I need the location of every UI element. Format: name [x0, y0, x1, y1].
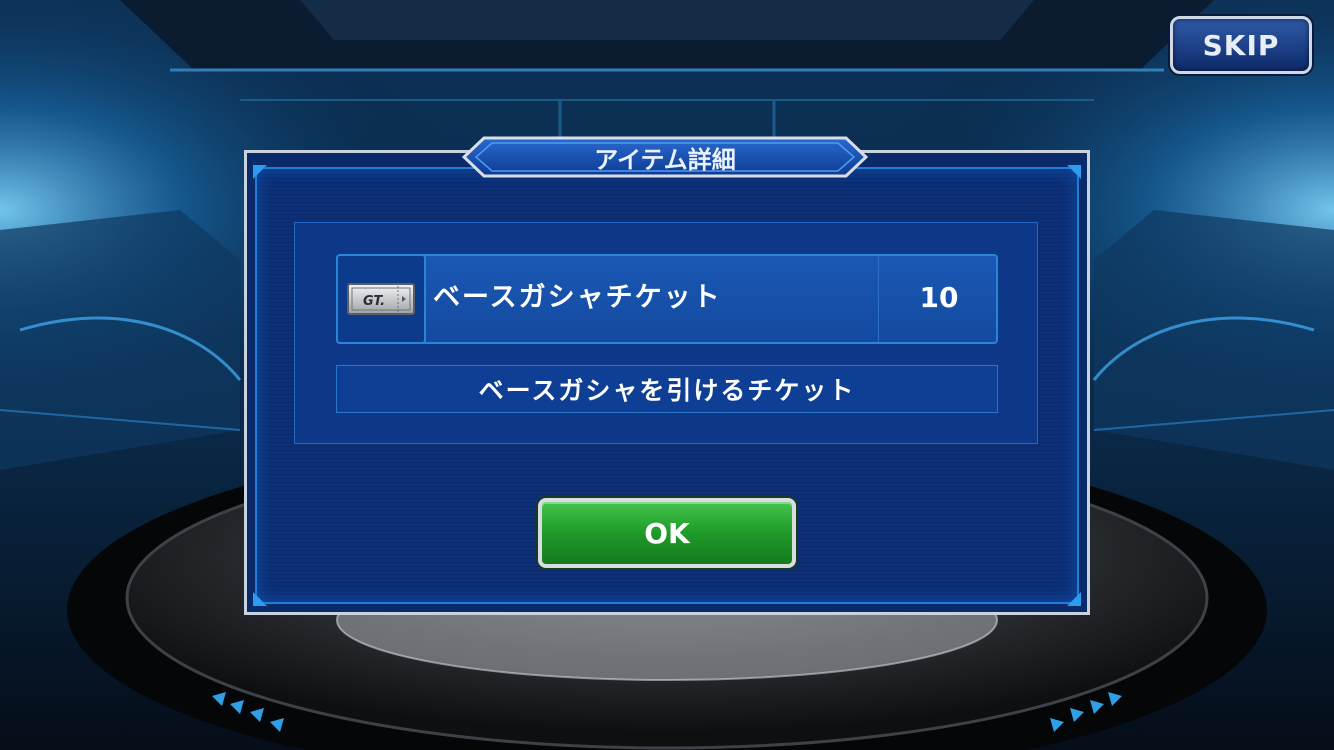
quantity-divider — [878, 256, 879, 342]
item-description: ベースガシャを引けるチケット — [336, 365, 998, 413]
skip-button[interactable]: SKIP — [1170, 16, 1312, 74]
item-name: ベースガシャチケット — [433, 282, 722, 313]
dialog-title-plate: アイテム詳細 — [461, 136, 869, 178]
item-icon-cell: GT. — [336, 254, 426, 344]
gt-ticket-icon: GT. — [347, 283, 415, 315]
dialog-title: アイテム詳細 — [594, 145, 736, 174]
ok-button[interactable]: OK — [538, 498, 796, 568]
item-quantity: 10 — [919, 281, 959, 314]
ticket-icon-text: GT. — [363, 294, 385, 309]
